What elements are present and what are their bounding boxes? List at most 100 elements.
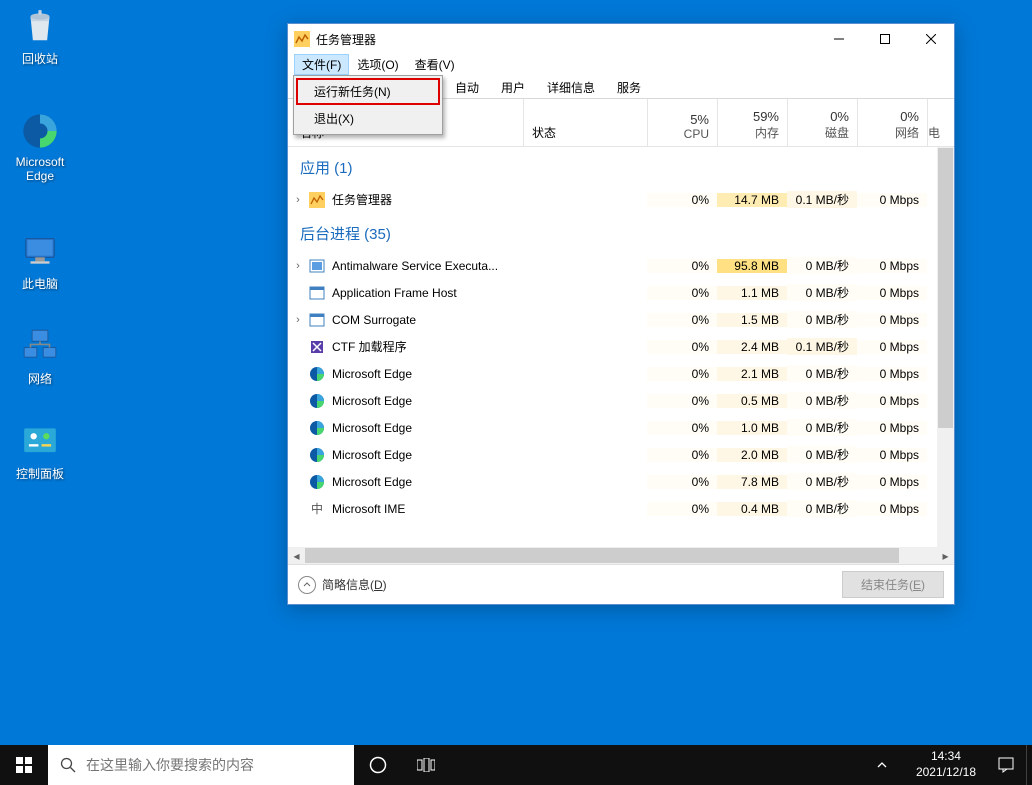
maximize-button[interactable]	[862, 24, 908, 54]
desktop-icon-label: 控制面板	[16, 467, 64, 481]
search-box[interactable]	[48, 745, 354, 785]
expand-chevron-icon[interactable]: ›	[288, 260, 308, 272]
desktop-icon-recycle-bin[interactable]: 回收站	[2, 5, 78, 67]
desktop-icon-label: Microsoft Edge	[16, 155, 65, 183]
col-network[interactable]: 0% 网络	[857, 99, 927, 146]
chevron-up-icon	[877, 760, 887, 770]
svg-text:中: 中	[311, 501, 323, 516]
scroll-right-icon[interactable]: ▸	[937, 547, 954, 564]
vertical-scrollbar[interactable]	[937, 147, 954, 547]
process-cpu: 0%	[647, 340, 717, 354]
group-background[interactable]: 后台进程 (35)	[288, 213, 954, 252]
col-status[interactable]: 状态	[523, 99, 647, 146]
process-row[interactable]: Microsoft Edge0%1.0 MB0 MB/秒0 Mbps	[288, 414, 954, 441]
minimize-icon	[834, 34, 844, 44]
taskbar-clock[interactable]: 14:34 2021/12/18	[906, 749, 986, 780]
process-row[interactable]: Microsoft Edge0%2.1 MB0 MB/秒0 Mbps	[288, 360, 954, 387]
taskbar: 14:34 2021/12/18	[0, 745, 1032, 785]
expand-chevron-icon[interactable]: ›	[288, 194, 308, 206]
expand-chevron-icon[interactable]: ›	[288, 314, 308, 326]
desktop-icon-this-pc[interactable]: 此电脑	[2, 230, 78, 292]
notifications-button[interactable]	[986, 745, 1026, 785]
process-network: 0 Mbps	[857, 475, 927, 489]
col-cpu[interactable]: 5% CPU	[647, 99, 717, 146]
hscroll-thumb[interactable]	[305, 548, 899, 563]
horizontal-scrollbar[interactable]: ◂ ▸	[288, 547, 954, 564]
process-row[interactable]: ›COM Surrogate0%1.5 MB0 MB/秒0 Mbps	[288, 306, 954, 333]
process-disk: 0 MB/秒	[787, 392, 857, 409]
process-row[interactable]: 中Microsoft IME0%0.4 MB0 MB/秒0 Mbps	[288, 495, 954, 522]
process-icon	[308, 285, 326, 301]
process-icon	[308, 474, 326, 490]
process-row[interactable]: Microsoft Edge0%0.5 MB0 MB/秒0 Mbps	[288, 387, 954, 414]
process-cpu: 0%	[647, 502, 717, 516]
titlebar[interactable]: 任务管理器	[288, 24, 954, 54]
show-desktop-button[interactable]	[1026, 745, 1032, 785]
notifications-icon	[998, 757, 1014, 773]
end-task-button[interactable]: 结束任务(E)	[842, 571, 944, 598]
process-row[interactable]: Application Frame Host0%1.1 MB0 MB/秒0 Mb…	[288, 279, 954, 306]
menu-view[interactable]: 查看(V)	[407, 54, 463, 75]
desktop-icon-label: 回收站	[22, 52, 58, 66]
process-row[interactable]: ›任务管理器0%14.7 MB0.1 MB/秒0 Mbps	[288, 186, 954, 213]
process-network: 0 Mbps	[857, 448, 927, 462]
tray-chevron-button[interactable]	[858, 745, 906, 785]
process-row[interactable]: ›Antimalware Service Executa...0%95.8 MB…	[288, 252, 954, 279]
tab-startup[interactable]: 自动	[444, 75, 490, 98]
disk-label: 磁盘	[825, 124, 849, 141]
process-icon	[308, 192, 326, 208]
process-network: 0 Mbps	[857, 502, 927, 516]
process-icon	[308, 447, 326, 463]
process-row[interactable]: Microsoft Edge0%2.0 MB0 MB/秒0 Mbps	[288, 441, 954, 468]
disk-pct: 0%	[830, 109, 849, 124]
col-disk[interactable]: 0% 磁盘	[787, 99, 857, 146]
fewer-details-button[interactable]: 简略信息(D)	[298, 576, 387, 594]
tab-details[interactable]: 详细信息	[536, 75, 606, 98]
process-name: CTF 加载程序	[332, 338, 407, 355]
menu-item-run-new-task[interactable]: 运行新任务(N)	[296, 78, 440, 105]
group-apps[interactable]: 应用 (1)	[288, 147, 954, 186]
process-network: 0 Mbps	[857, 259, 927, 273]
task-view-button[interactable]	[402, 745, 450, 785]
menu-options[interactable]: 选项(O)	[349, 54, 406, 75]
process-network: 0 Mbps	[857, 340, 927, 354]
close-button[interactable]	[908, 24, 954, 54]
desktop-icon-edge[interactable]: Microsoft Edge	[2, 110, 78, 183]
col-power[interactable]: 电	[927, 99, 935, 146]
process-icon: 中	[308, 501, 326, 517]
menubar: 文件(F) 选项(O) 查看(V)	[288, 54, 954, 75]
tab-services[interactable]: 服务	[606, 75, 652, 98]
process-cpu: 0%	[647, 448, 717, 462]
process-memory: 14.7 MB	[717, 193, 787, 207]
task-manager-icon	[294, 31, 310, 47]
window-title: 任务管理器	[316, 31, 816, 48]
cortana-button[interactable]	[354, 745, 402, 785]
process-memory: 2.0 MB	[717, 448, 787, 462]
process-name: COM Surrogate	[332, 313, 416, 327]
scrollbar-thumb[interactable]	[938, 148, 953, 428]
file-menu-dropdown: 运行新任务(N) 退出(X)	[293, 75, 443, 135]
menu-item-exit[interactable]: 退出(X)	[296, 105, 440, 132]
search-icon	[60, 757, 76, 773]
scroll-left-icon[interactable]: ◂	[288, 547, 305, 564]
process-icon	[308, 366, 326, 382]
tab-users[interactable]: 用户	[490, 75, 536, 98]
process-cpu: 0%	[647, 421, 717, 435]
menu-file[interactable]: 文件(F)	[294, 54, 349, 75]
process-disk: 0 MB/秒	[787, 257, 857, 274]
maximize-icon	[880, 34, 890, 44]
desktop-icon-network[interactable]: 网络	[2, 325, 78, 387]
process-name: Microsoft Edge	[332, 367, 412, 381]
edge-icon	[19, 110, 61, 152]
col-memory[interactable]: 59% 内存	[717, 99, 787, 146]
search-input[interactable]	[86, 757, 354, 773]
process-disk: 0.1 MB/秒	[787, 191, 857, 208]
fewer-details-label: 简略信息(D)	[322, 576, 387, 593]
cpu-pct: 5%	[690, 112, 709, 127]
desktop-icon-control-panel[interactable]: 控制面板	[2, 420, 78, 482]
start-button[interactable]	[0, 745, 48, 785]
process-row[interactable]: Microsoft Edge0%7.8 MB0 MB/秒0 Mbps	[288, 468, 954, 495]
process-memory: 1.0 MB	[717, 421, 787, 435]
minimize-button[interactable]	[816, 24, 862, 54]
process-row[interactable]: CTF 加载程序0%2.4 MB0.1 MB/秒0 Mbps	[288, 333, 954, 360]
